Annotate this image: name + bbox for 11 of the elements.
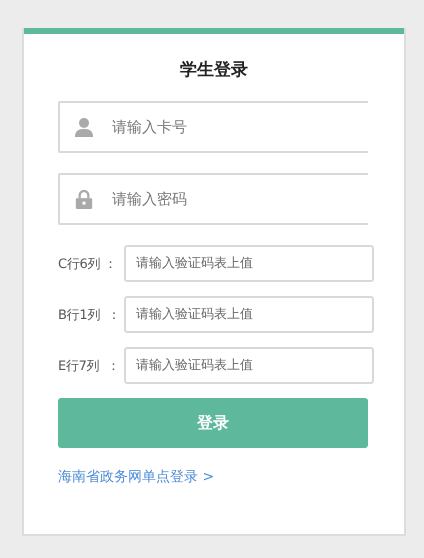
input-field[interactable]: 请输入验证码表上值 (124, 347, 374, 384)
field-label: E行7列 ： (58, 358, 121, 374)
input-field[interactable]: 请输入验证码表上值 (124, 245, 374, 282)
sso-link[interactable]: 海南省政务网单点登录 > (58, 468, 214, 486)
field-label: C行6列 ： (58, 256, 118, 272)
form-title: 学生登录 (179, 59, 249, 81)
input-field[interactable]: 请输入验证码表上值 (124, 296, 374, 333)
input-field[interactable]: 请输入密码 (58, 173, 368, 225)
field-label: B行1列 ： (58, 306, 122, 324)
login-button[interactable]: 登录 (58, 398, 368, 448)
input-field[interactable]: 请输入卡号 (58, 101, 368, 153)
